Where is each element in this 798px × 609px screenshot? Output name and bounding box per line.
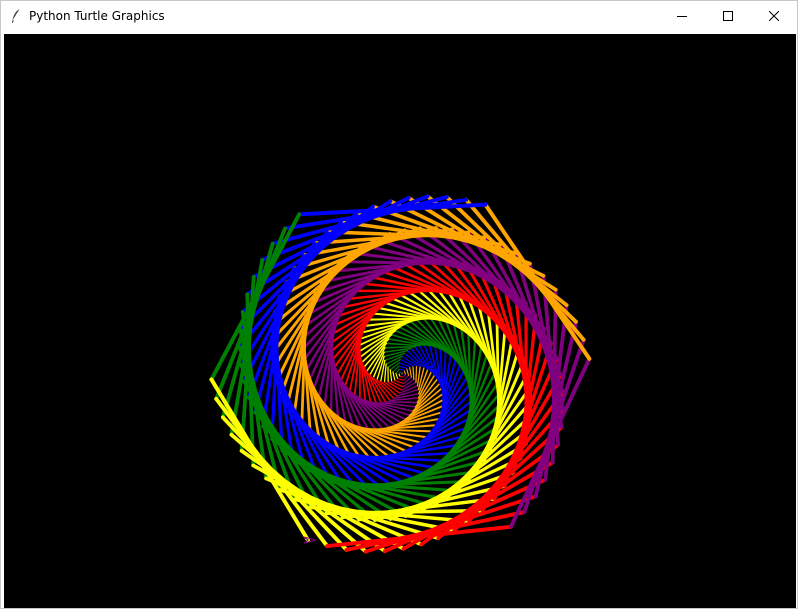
spiral-segment [389,362,400,371]
spiral-segment [402,373,407,378]
spiral-segment [403,369,407,375]
maximize-icon [723,11,733,21]
spiral-segment [408,366,412,378]
spiral-segment [392,371,396,382]
spiral-segment [384,345,416,349]
spiral-segment [384,401,419,404]
spiral-segment [412,365,415,381]
spiral-segment [383,363,387,383]
close-button[interactable] [751,1,797,31]
spiral-segment [220,241,275,420]
title-bar[interactable]: Python Turtle Graphics [1,1,797,31]
spiral-segment [389,369,393,383]
maximize-button[interactable] [705,1,751,31]
feather-icon [9,8,23,24]
spiral-segment [398,365,408,369]
spiral-segment [220,415,349,552]
spiral-segment [398,368,405,371]
spiral-segment [395,368,400,374]
window-title: Python Turtle Graphics [29,9,165,23]
minimize-icon [677,16,687,17]
minimize-button[interactable] [659,1,705,31]
spiral-segment [405,367,410,376]
turtle-window: Python Turtle Graphics [0,0,798,609]
spiral-segment [444,195,578,324]
spiral-lines [209,194,592,554]
spiral-segment [395,372,399,380]
spiral-segment [394,380,405,385]
spiral-drawing [209,194,592,554]
turtle-canvas[interactable] [4,34,796,608]
spiral-segment [397,378,405,381]
spiral-segment [372,376,391,402]
close-icon [769,11,779,21]
window-controls [659,1,797,31]
spiral-segment [415,364,418,383]
